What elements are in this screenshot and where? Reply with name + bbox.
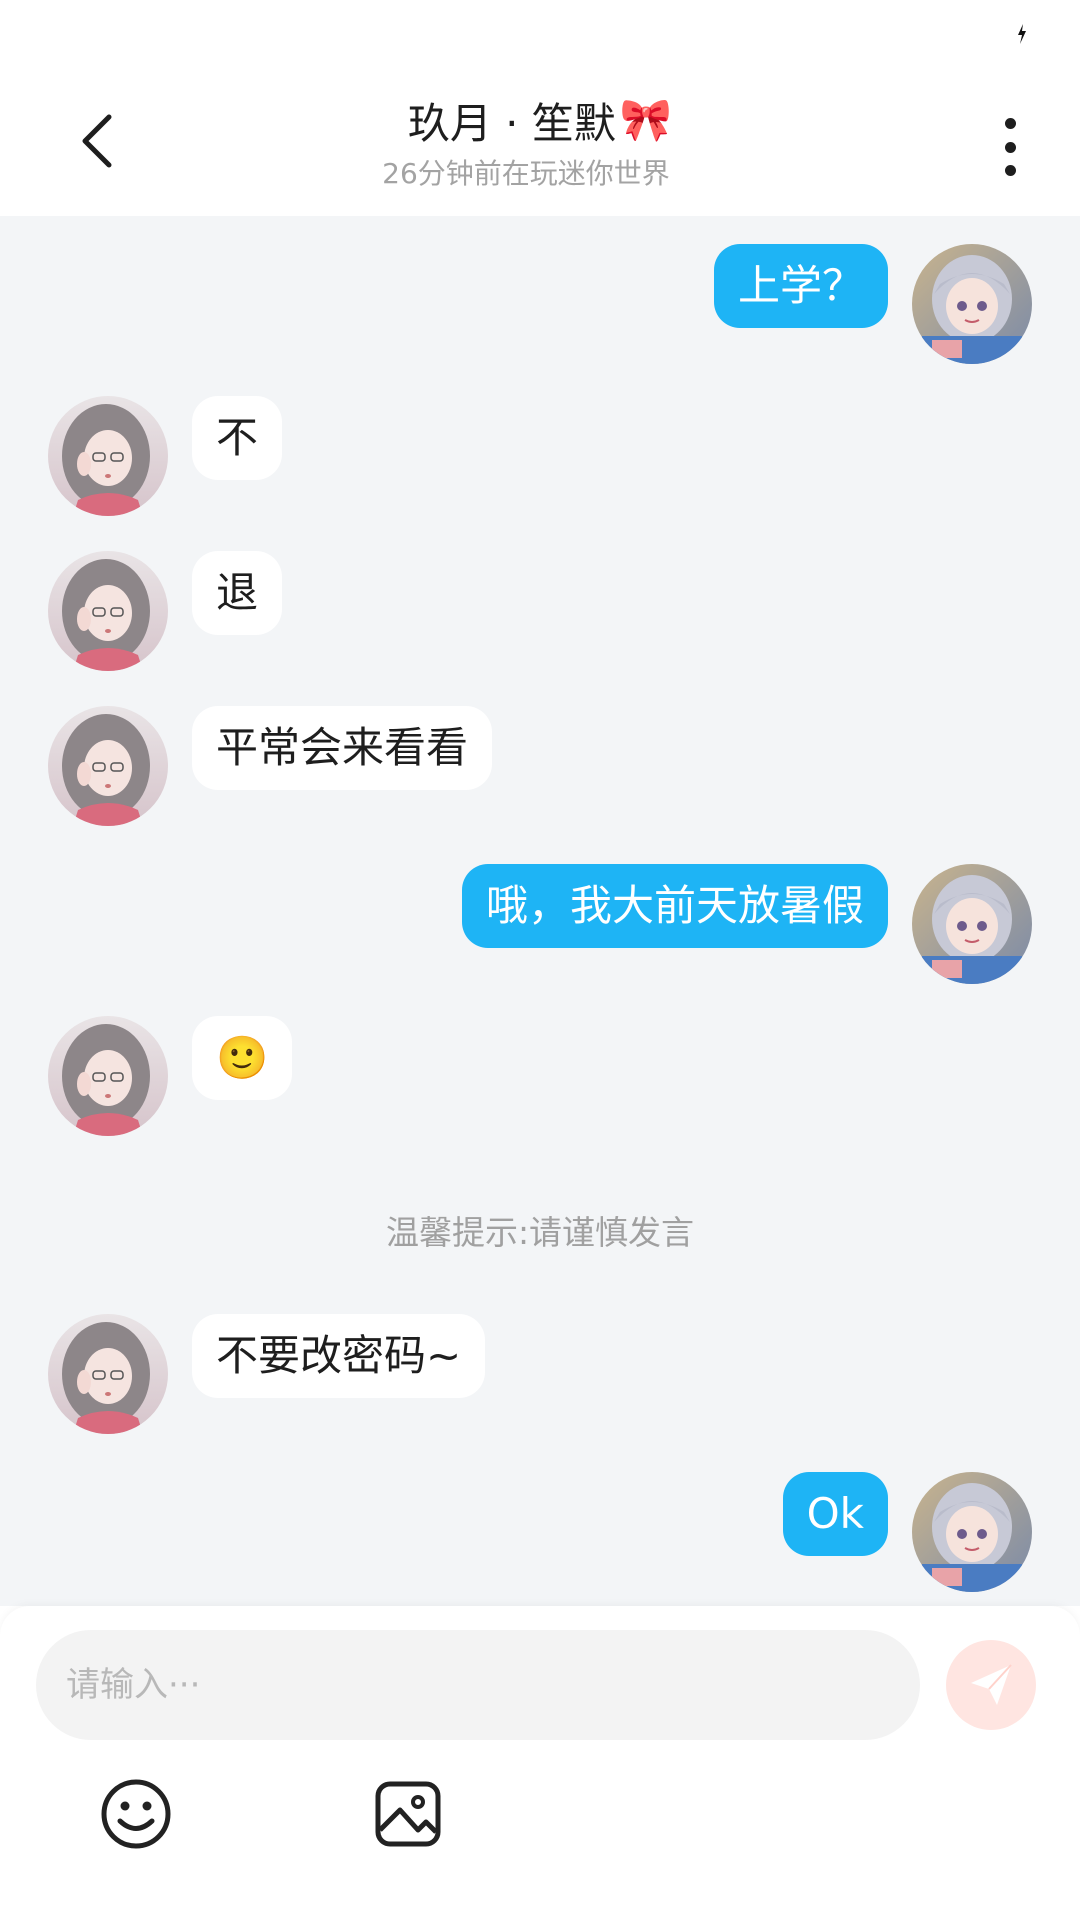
contact-avatar[interactable] <box>48 396 168 516</box>
bow-emoji: 🎀 <box>619 95 673 144</box>
contact-name-text: 玖月 · 笙默 <box>407 98 616 148</box>
chat-header: 玖月 · 笙默 🎀 26分钟前在玩迷你世界 <box>0 70 1080 216</box>
contact-status: 26分钟前在玩迷你世界 <box>382 157 670 190</box>
message-bubble-incoming[interactable]: 平常会来看看 <box>192 706 493 790</box>
message-bubble-outgoing[interactable]: Ok <box>782 1472 888 1556</box>
my-avatar[interactable] <box>912 244 1032 364</box>
message-bubble-outgoing[interactable]: 上学？ <box>713 244 888 328</box>
contact-avatar[interactable] <box>48 1314 168 1434</box>
contact-avatar[interactable] <box>48 551 168 671</box>
contact-name: 玖月 · 笙默 🎀 <box>408 94 673 148</box>
message-input[interactable] <box>36 1630 920 1740</box>
paper-plane-icon <box>971 1664 1012 1705</box>
my-avatar[interactable] <box>912 1472 1032 1592</box>
more-options-button[interactable] <box>990 112 1030 182</box>
safety-notice: 温馨提示:请谨慎发言 <box>385 1213 695 1252</box>
message-bubble-incoming[interactable]: 不要改密码~ <box>192 1314 486 1398</box>
message-bubble-incoming[interactable]: 不 <box>192 396 283 480</box>
message-row: 不要改密码~ <box>0 1314 1080 1434</box>
send-button[interactable] <box>946 1640 1036 1730</box>
composer-panel <box>0 1606 1080 1920</box>
chat-list[interactable]: 上学？ 不 退 平常会来看看 哦，我大前天放暑假 🙂 温馨提示:请谨慎发言 不要… <box>0 216 1080 1606</box>
image-button[interactable] <box>368 1774 448 1854</box>
message-row: 不 <box>0 396 1080 516</box>
status-bar <box>0 0 1080 70</box>
title-block: 玖月 · 笙默 🎀 26分钟前在玩迷你世界 <box>0 94 1080 192</box>
message-bubble-incoming[interactable]: 退 <box>192 551 283 635</box>
contact-avatar[interactable] <box>48 1016 168 1136</box>
message-bubble-outgoing[interactable]: 哦，我大前天放暑假 <box>461 864 888 948</box>
message-row: 🙂 <box>0 1016 1080 1136</box>
my-avatar[interactable] <box>912 864 1032 984</box>
message-row: Ok <box>0 1472 1080 1592</box>
message-row: 平常会来看看 <box>0 706 1080 826</box>
image-icon <box>375 1781 441 1847</box>
emoji-button[interactable] <box>96 1774 176 1854</box>
charging-icon <box>1018 24 1026 44</box>
contact-avatar[interactable] <box>48 706 168 826</box>
smiley-icon <box>101 1779 171 1849</box>
message-row: 哦，我大前天放暑假 <box>0 864 1080 984</box>
more-vertical-icon <box>1004 118 1016 129</box>
message-row: 退 <box>0 551 1080 671</box>
message-bubble-incoming[interactable]: 🙂 <box>192 1016 293 1100</box>
message-row: 上学？ <box>0 244 1080 364</box>
